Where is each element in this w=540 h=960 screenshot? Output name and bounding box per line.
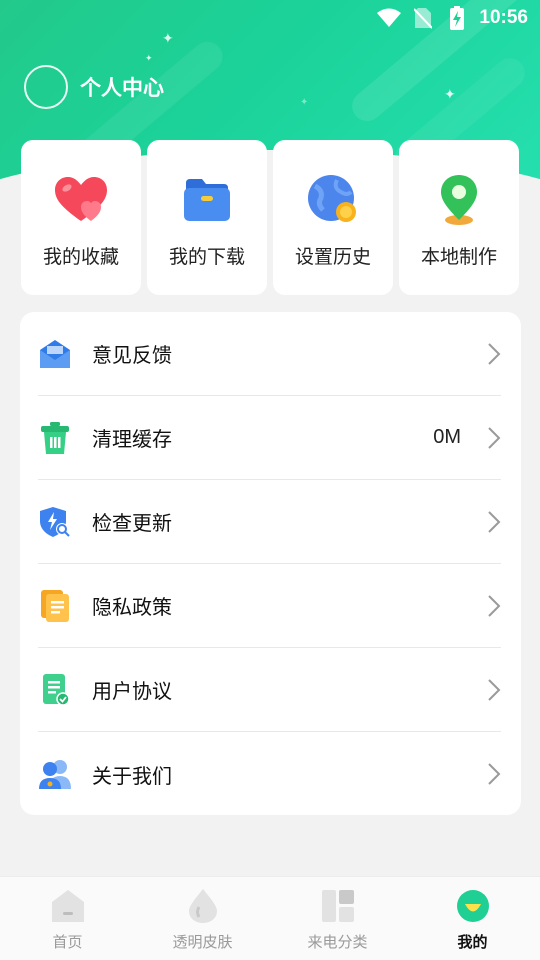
home-icon [51, 889, 85, 923]
profile-face-icon [456, 889, 490, 923]
menu-item-feedback[interactable]: 意见反馈 [38, 312, 501, 396]
menu-item-label: 关于我们 [92, 763, 172, 788]
chevron-right-icon [488, 510, 501, 533]
settings-menu: 意见反馈 清理缓存 0M 检查更新 隐私政策 用户协议 关于我们 [20, 312, 521, 815]
no-sim-icon [411, 6, 435, 30]
agreement-icon [38, 673, 72, 707]
menu-item-label: 意见反馈 [92, 343, 172, 367]
menu-item-check-update[interactable]: 检查更新 [38, 480, 501, 564]
chevron-right-icon [488, 763, 501, 785]
tab-call-category[interactable]: 来电分类 [270, 877, 405, 960]
menu-item-label: 用户协议 [92, 679, 172, 703]
menu-item-label: 清理缓存 [92, 427, 172, 451]
local-create-label: 本地制作 [420, 246, 497, 268]
tab-transparent-skin[interactable]: 透明皮肤 [135, 877, 270, 960]
chevron-right-icon [488, 594, 501, 617]
tab-home[interactable]: 首页 [0, 877, 135, 960]
cache-size-value: 0M [433, 426, 461, 448]
users-icon [38, 757, 72, 791]
bottom-nav: 首页 透明皮肤 来电分类 我的 [0, 876, 540, 960]
tab-mine[interactable]: 我的 [405, 877, 540, 960]
heart-icon [55, 174, 107, 226]
history-label: 设置历史 [294, 246, 371, 268]
menu-item-label: 隐私政策 [92, 595, 172, 619]
wifi-icon [377, 6, 402, 30]
tab-label: 我的 [457, 933, 488, 951]
menu-item-clear-cache[interactable]: 清理缓存 0M [38, 396, 501, 480]
downloads-card[interactable]: 我的下载 [147, 140, 267, 295]
page-title: 个人中心 [80, 76, 164, 100]
folder-icon [181, 174, 233, 226]
globe-history-icon [307, 174, 359, 226]
chevron-right-icon [488, 426, 501, 449]
favorites-label: 我的收藏 [42, 246, 119, 268]
favorites-card[interactable]: 我的收藏 [21, 140, 141, 295]
shield-update-icon [38, 505, 72, 539]
location-pin-icon [433, 174, 485, 226]
tab-label: 来电分类 [307, 933, 368, 951]
menu-item-about-us[interactable]: 关于我们 [38, 732, 501, 816]
local-create-card[interactable]: 本地制作 [399, 140, 519, 295]
menu-item-privacy-policy[interactable]: 隐私政策 [38, 564, 501, 648]
tab-label: 首页 [52, 933, 83, 951]
status-bar: 10:56 [0, 0, 540, 36]
chevron-right-icon [488, 342, 501, 365]
menu-item-user-agreement[interactable]: 用户协议 [38, 648, 501, 732]
menu-item-label: 检查更新 [92, 511, 172, 535]
history-card[interactable]: 设置历史 [273, 140, 393, 295]
status-time: 10:56 [479, 7, 528, 28]
profile-header[interactable]: 个人中心 [24, 65, 164, 109]
trash-icon [38, 421, 72, 455]
avatar[interactable] [24, 65, 68, 109]
chevron-right-icon [488, 678, 501, 701]
downloads-label: 我的下载 [168, 246, 245, 268]
battery-charging-icon [445, 6, 469, 30]
tab-label: 透明皮肤 [172, 933, 233, 951]
drop-icon [186, 889, 220, 923]
quick-cards: 我的收藏 我的下载 设置历史 本地制作 [21, 140, 519, 295]
envelope-icon [38, 337, 72, 371]
document-icon [38, 589, 72, 623]
grid-icon [321, 889, 355, 923]
